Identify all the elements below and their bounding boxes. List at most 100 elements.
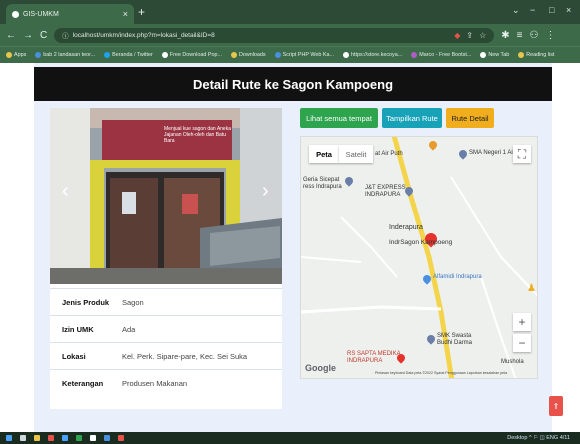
show-route-button[interactable]: Tampilkan Rute [382,108,442,128]
map-label: Mushola [501,359,524,365]
tab-title: GIS-UMKM [23,10,59,18]
bookmark-icon [35,52,42,58]
address-bar[interactable]: ⓘ localhost/umkm/index.php?m=lokasi_deta… [54,27,495,43]
app-icon[interactable] [104,435,110,441]
bookmark-label: https://store.kecoya... [350,52,403,58]
pegman-icon[interactable]: ♟ [527,283,536,294]
route-detail-button[interactable]: Rute Detail [446,108,494,128]
bookmark-item[interactable]: Marco - Free Bootst... [411,52,471,58]
bookmark-item[interactable]: bab 2 landasan teor... [35,52,95,58]
close-window-icon[interactable]: × [566,5,571,15]
star-icon[interactable]: ☆ [479,31,486,40]
page-title: Detail Rute ke Sagon Kampoeng [192,76,394,92]
bookmark-icon [230,52,237,58]
bookmark-label: Downloads [238,52,266,58]
bookmark-item[interactable]: Reading list [518,52,554,58]
bookmark-label: Beranda / Twitter [112,52,153,58]
tab-satellite[interactable]: Satelit [339,145,373,163]
bookmark-icon [161,52,168,58]
map-roads [301,137,537,378]
info-row: Izin UMK Ada [50,315,282,342]
map-label: at Air Puth [375,151,403,157]
forward-icon[interactable]: → [23,30,33,41]
bookmark-icon [274,52,281,58]
map-label: SMK Swasta Budhi Darma [437,333,473,346]
map-attribution[interactable]: Pintasan keyboard Data peta ©2022 Syarat… [375,371,507,375]
extension-icon[interactable]: ◆ [454,31,460,40]
zoom-out-button[interactable]: − [513,334,531,352]
bookmarks-bar: Apps bab 2 landasan teor... Beranda / Twit… [0,46,580,63]
os-taskbar: Desktop ^ ⚐ ◫ ENG 4/11 [0,432,580,444]
app-icon[interactable] [62,435,68,441]
content-container: Detail Rute ke Sagon Kampoeng Menjual ku… [34,63,552,432]
tab-close-icon[interactable]: × [123,9,128,19]
app-icon[interactable] [48,435,54,441]
browser-toolbar: ← → C ⓘ localhost/umkm/index.php?m=lokas… [0,24,580,46]
map-label: RS SAPTA MEDIKA INDRAPURA [347,351,401,364]
map-label: IndrSagon Kampoeng [389,239,453,246]
bookmark-item[interactable]: New Tab [480,52,509,58]
bookmark-label: New Tab [488,52,510,58]
menu-icon[interactable]: ⋮ [545,30,555,41]
carousel-prev-icon[interactable]: ‹ [62,180,69,203]
fullscreen-icon[interactable]: ⛶ [513,145,531,163]
info-icon: ⓘ [62,33,69,40]
bookmark-item[interactable]: Free Download Pop... [161,52,222,58]
browser-tab-strip: GIS-UMKM × + ⌄ − □ × [0,0,580,24]
back-icon[interactable]: ← [6,30,16,41]
system-tray[interactable]: Desktop ^ ⚐ ◫ ENG 4/11 [507,435,570,441]
bookmark-item[interactable]: Apps [6,52,26,58]
media-icon[interactable]: ≡ [517,30,523,41]
map-label: Alfamidi Indrapura [433,274,482,280]
carousel-next-icon[interactable]: › [262,180,269,203]
favicon-icon [12,10,19,18]
bookmark-item[interactable]: Downloads [230,52,266,58]
google-logo: Google [305,363,336,373]
folder-icon[interactable] [34,435,40,441]
map-label: Inderapura [389,224,423,231]
bookmark-icon [480,52,487,58]
maximize-icon[interactable]: □ [549,5,554,15]
bookmark-icon [518,52,525,58]
all-places-button[interactable]: Lihat semua tempat [300,108,378,128]
shop-sign-text: Menjual kue sagon dan Aneka Jajanan Oleh… [164,126,231,144]
browser-icon[interactable] [76,435,82,441]
bookmark-label: Free Download Pop... [169,52,222,58]
info-row: Lokasi Kel. Perk. Sipare-pare, Kec. Sei … [50,342,282,369]
tab-map[interactable]: Peta [309,145,339,163]
scroll-top-button[interactable]: ⇑ [549,396,563,416]
profile-icon[interactable]: ⚇ [529,30,538,41]
map-label: J&T EXPRESS INDRAPURA [365,185,406,198]
bookmark-item[interactable]: Script PHP Web Ka... [274,52,334,58]
info-value: Produsen Makanan [122,378,188,388]
new-tab-button[interactable]: + [138,5,145,19]
app-icon[interactable] [118,435,124,441]
info-value: Ada [122,324,136,334]
page-title-bar: Detail Rute ke Sagon Kampoeng [34,67,552,101]
map-label: Geria Sicepat ress Indrapura [303,177,342,190]
bookmark-label: Reading list [526,52,555,58]
bookmark-label: bab 2 landasan teor... [43,52,96,58]
minimize-icon[interactable]: − [530,5,535,15]
app-icon[interactable] [90,435,96,441]
browser-tab[interactable]: GIS-UMKM × [6,4,134,24]
share-icon[interactable]: ⇪ [466,31,473,40]
reload-icon[interactable]: C [40,30,47,41]
bookmark-item[interactable]: https://store.kecoya... [342,52,403,58]
google-map[interactable]: Peta Satelit at Air Puth SMA Negeri 1 Ai… [300,136,538,379]
info-key: Izin UMK [62,324,94,334]
bookmark-label: Apps [14,52,27,58]
info-key: Jenis Produk [62,297,110,307]
info-table: Jenis Produk Sagon Izin UMK Ada Lokasi K… [50,284,282,409]
shop-photo-carousel[interactable]: Menjual kue sagon dan Aneka Jajanan Oleh… [50,108,282,284]
search-icon[interactable] [20,435,26,441]
page-viewport: Detail Rute ke Sagon Kampoeng Menjual ku… [0,63,580,432]
bookmark-item[interactable]: Beranda / Twitter [104,52,153,58]
info-value: Sagon [122,297,144,307]
bookmark-label: Script PHP Web Ka... [282,52,334,58]
chevron-down-icon[interactable]: ⌄ [512,5,520,16]
info-value: Kel. Perk. Sipare-pare, Kec. Sei Suka [122,351,248,361]
zoom-in-button[interactable]: + [513,313,531,331]
start-icon[interactable] [6,435,12,441]
extensions-icon[interactable]: ✱ [501,30,509,41]
